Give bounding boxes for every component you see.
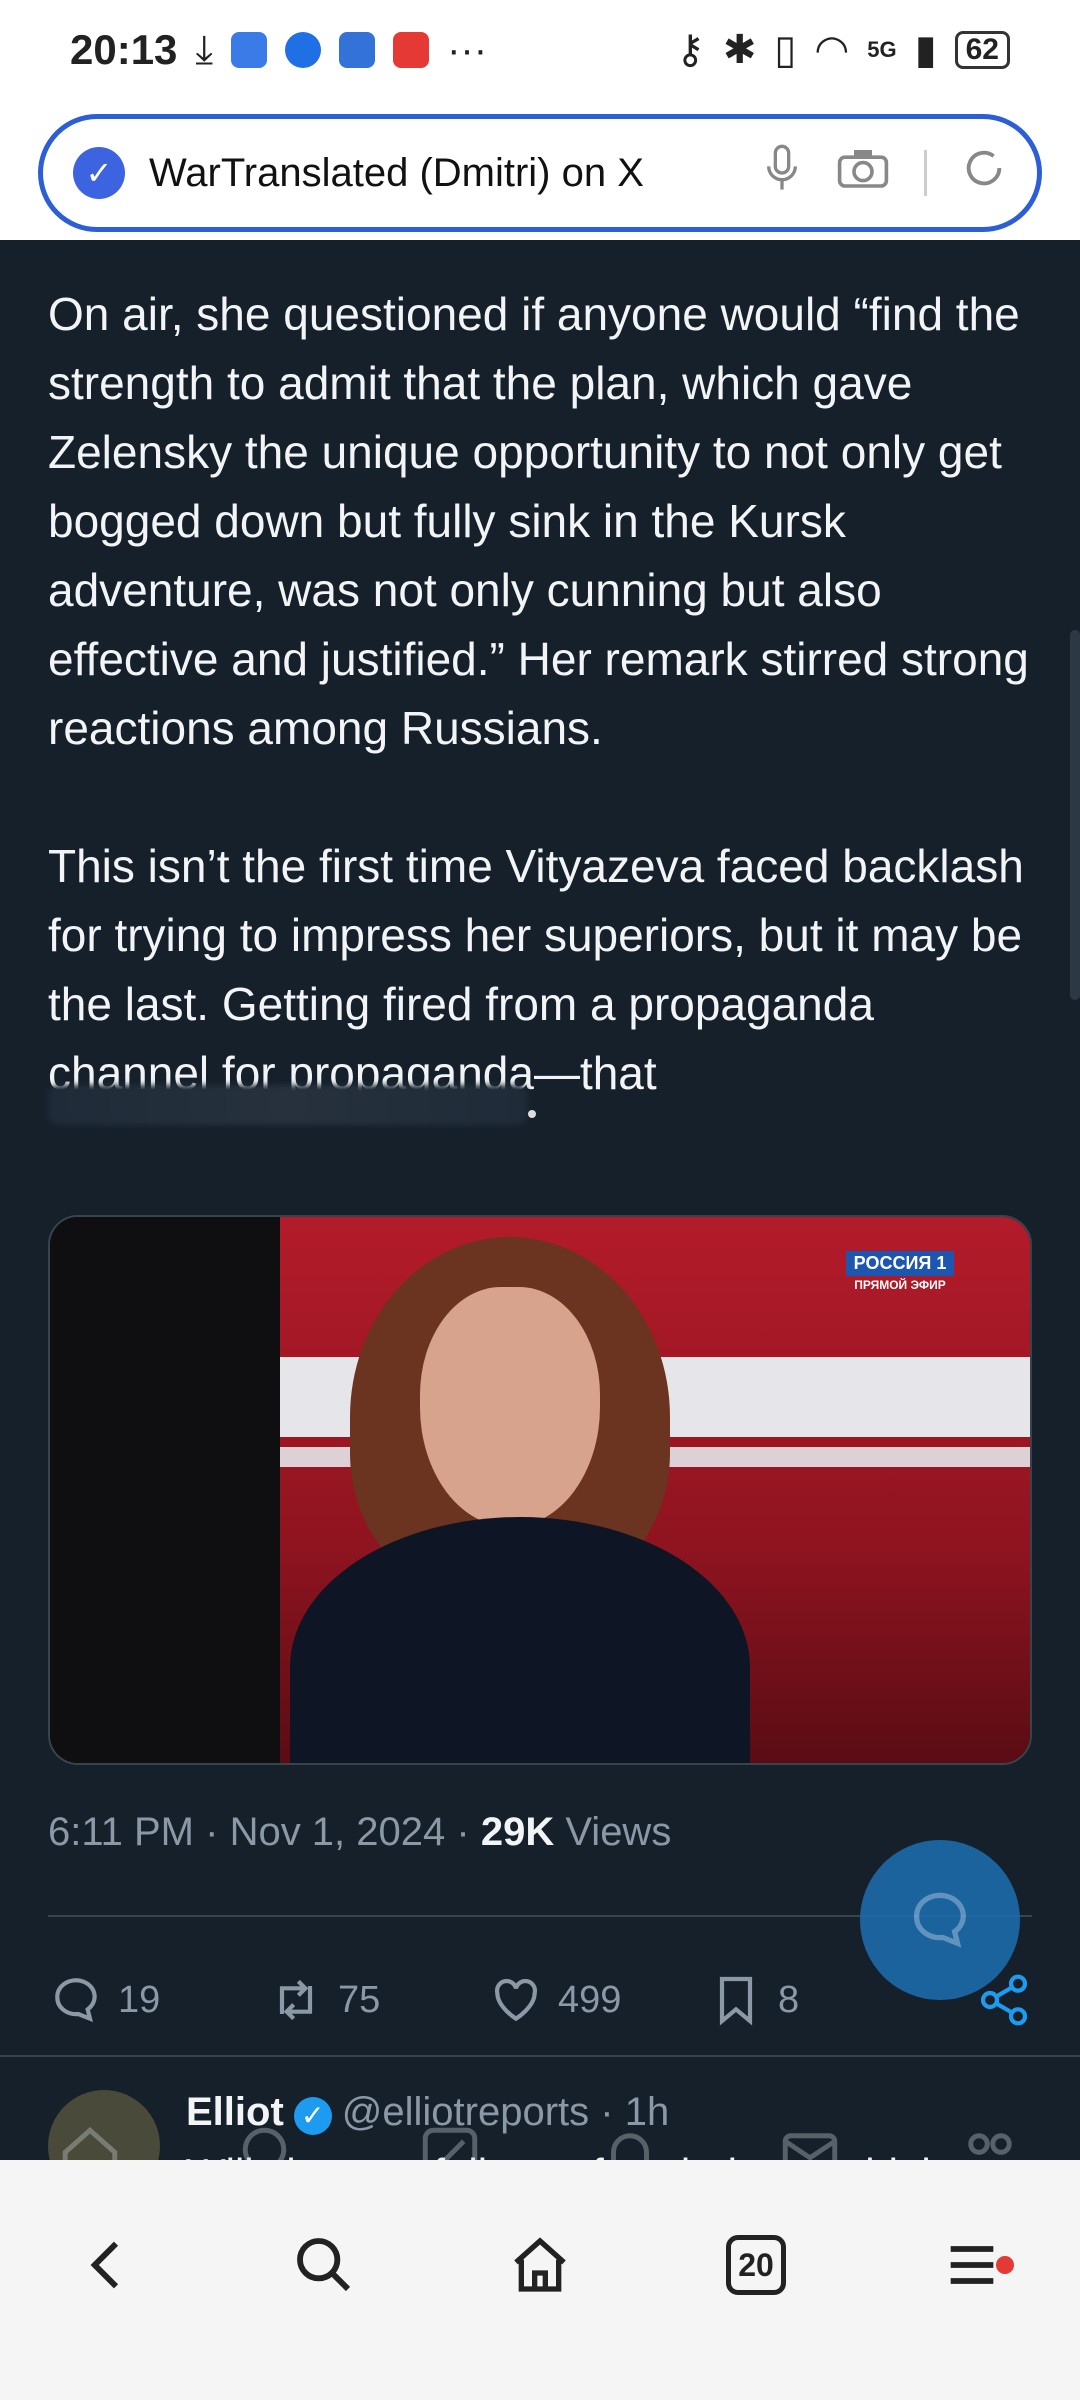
shield-notification-icon xyxy=(285,32,322,68)
heart-icon xyxy=(494,1978,538,2022)
tweet-content: On air, she questioned if anyone would “… xyxy=(0,240,1080,2160)
status-time: 20:13 xyxy=(70,26,178,73)
app-notification-icon-2 xyxy=(339,32,376,68)
tab-count: 20 xyxy=(726,2235,786,2295)
reply-button[interactable]: 19 xyxy=(48,1972,268,2028)
refresh-icon[interactable] xyxy=(961,145,1007,201)
reply-count: 19 xyxy=(118,1978,161,2021)
tabs-button[interactable]: 20 xyxy=(711,2220,801,2310)
browser-toolbar: 20 xyxy=(0,2160,1080,2400)
security-shield-icon[interactable]: ✓ xyxy=(73,147,125,199)
views-count: 29K xyxy=(480,1810,555,1854)
blurred-text xyxy=(48,1085,528,1125)
tweet-image[interactable]: РОССИЯ 1 ПРЯМОЙ ЭФИР xyxy=(48,1215,1032,1765)
communities-icon[interactable] xyxy=(957,2122,1023,2160)
bluetooth-icon: ✱ xyxy=(722,28,757,72)
tweet-meta: 6:11 PM · Nov 1, 2024 · 29K Views xyxy=(48,1810,672,1854)
reply-icon xyxy=(55,1978,97,2023)
studio-dark-wall xyxy=(50,1217,280,1763)
home-icon[interactable] xyxy=(57,2122,123,2160)
home-icon xyxy=(514,2237,566,2292)
app-notification-icon xyxy=(231,32,268,68)
back-button[interactable] xyxy=(63,2220,153,2310)
person-face xyxy=(420,1287,600,1527)
download-icon: ⤓ xyxy=(195,27,214,72)
search-button[interactable] xyxy=(279,2220,369,2310)
huawei-notification-icon xyxy=(393,32,430,68)
bookmark-count: 8 xyxy=(778,1978,800,2021)
mail-icon[interactable] xyxy=(777,2122,843,2160)
views-label: Views xyxy=(565,1810,672,1854)
home-button[interactable] xyxy=(495,2220,585,2310)
wifi-icon: ◠ xyxy=(814,28,850,72)
url-divider xyxy=(924,150,927,196)
chat-bubble-icon xyxy=(914,1892,966,1948)
hamburger-menu-icon xyxy=(950,2246,994,2284)
tweet-paragraph-2: This isn’t the first time Vityazeva face… xyxy=(48,840,1024,1099)
battery-indicator: 62 xyxy=(954,31,1010,69)
repost-icon xyxy=(279,1979,313,2021)
menu-notification-dot xyxy=(996,2256,1014,2274)
page-title[interactable]: WarTranslated (Dmitri) on X xyxy=(149,151,742,196)
address-bar[interactable]: ✓ WarTranslated (Dmitri) on X xyxy=(38,114,1042,232)
like-count: 499 xyxy=(558,1978,622,2021)
microphone-icon[interactable] xyxy=(762,143,802,203)
more-notifications-icon: ··· xyxy=(447,27,488,72)
tv-channel-logo: РОССИЯ 1 ПРЯМОЙ ЭФИР xyxy=(830,1241,970,1301)
vpn-key-icon: ⚷ xyxy=(675,28,705,72)
browser-address-area: ✓ WarTranslated (Dmitri) on X xyxy=(0,100,1080,240)
tweet-paragraph-1: On air, she questioned if anyone would “… xyxy=(48,288,1029,754)
camera-icon[interactable] xyxy=(836,146,890,200)
x-bottom-nav-ghost xyxy=(0,2105,1080,2160)
repost-button[interactable]: 75 xyxy=(268,1972,488,2028)
tweet-time[interactable]: 6:11 PM xyxy=(48,1810,194,1854)
bell-icon[interactable] xyxy=(597,2122,663,2160)
tweet-text: On air, she questioned if anyone would “… xyxy=(48,280,1038,1177)
reply-divider xyxy=(0,2055,1080,2057)
scrollbar[interactable] xyxy=(1070,630,1080,1000)
search-icon[interactable] xyxy=(237,2122,303,2160)
grok-icon[interactable] xyxy=(417,2122,483,2160)
like-button[interactable]: 499 xyxy=(488,1972,708,2028)
back-arrow-icon xyxy=(90,2241,119,2289)
signal-icon: ▮ xyxy=(914,28,937,72)
bookmark-icon xyxy=(719,1976,753,2026)
vibrate-icon: ▯ xyxy=(774,28,797,72)
tweet-date[interactable]: Nov 1, 2024 xyxy=(230,1810,446,1854)
repost-count: 75 xyxy=(338,1978,381,2021)
network-type: 5G xyxy=(867,37,897,62)
compose-reply-button[interactable] xyxy=(860,1840,1020,2000)
sentence-end-dot xyxy=(528,1110,536,1118)
status-bar: 20:13 ⤓ ··· ⚷ ✱ ▯ ◠ 5G ▮ 62 xyxy=(0,0,1080,100)
search-icon xyxy=(297,2238,351,2292)
